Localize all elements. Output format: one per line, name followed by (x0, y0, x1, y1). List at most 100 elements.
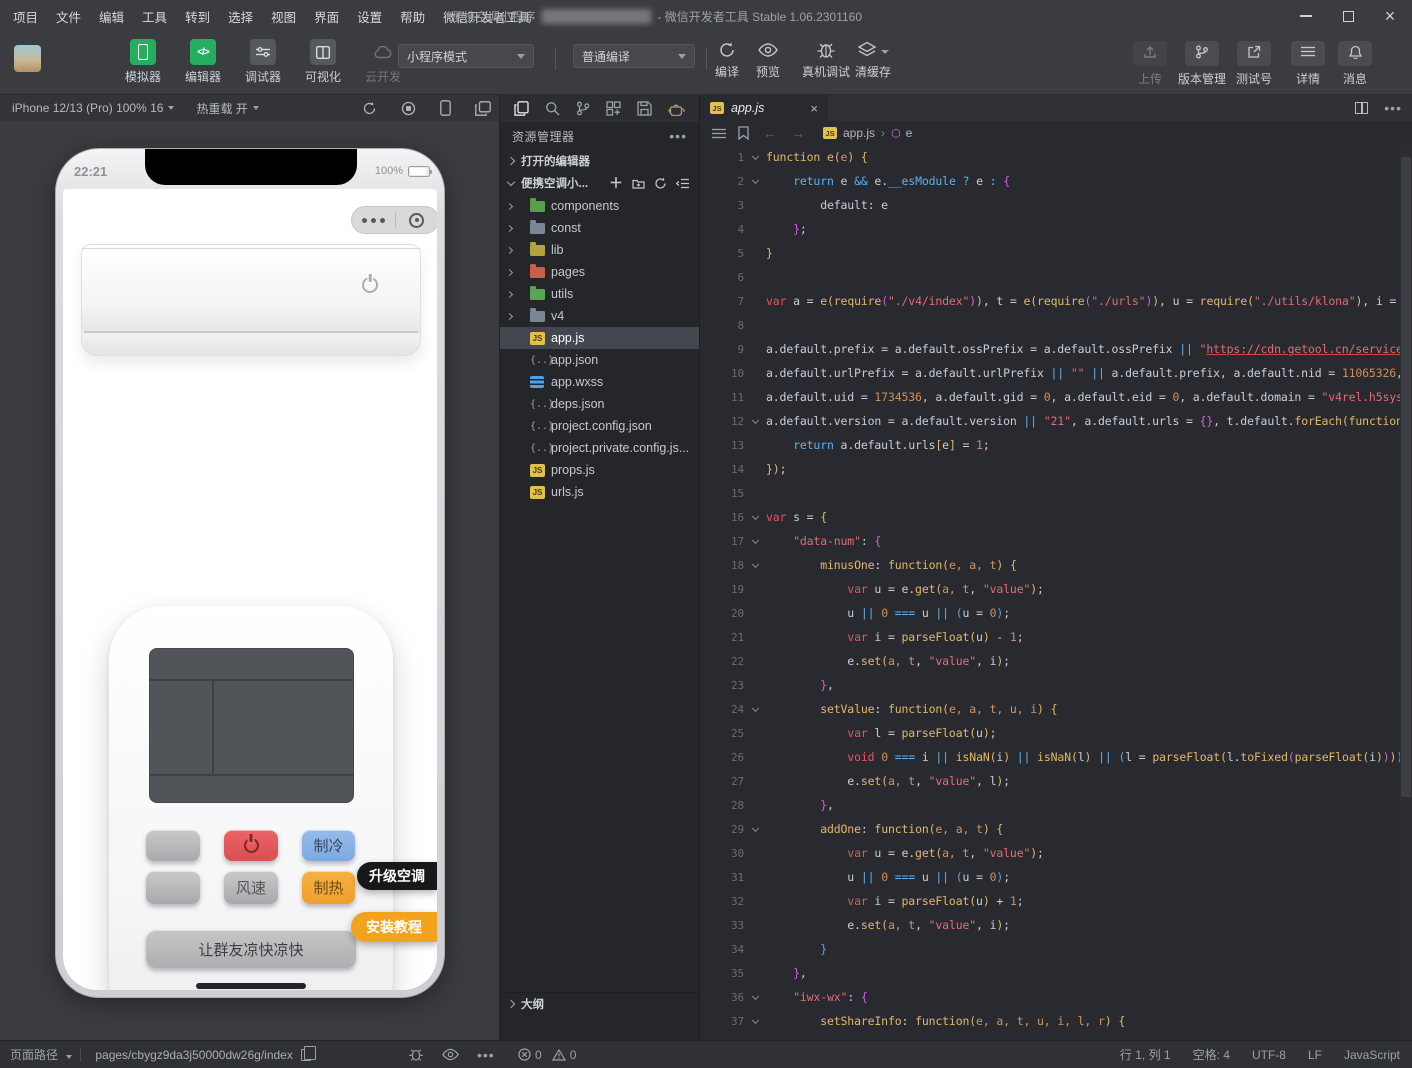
status-more-icon[interactable]: ••• (477, 1047, 495, 1063)
copy-path-icon[interactable] (301, 1049, 311, 1061)
page-path-dropdown[interactable]: 页面路径 (10, 1046, 72, 1063)
menu-item[interactable]: 项目 (4, 7, 47, 26)
visual-toggle-button[interactable]: 可视化 (300, 39, 346, 85)
editor-toggle-button[interactable]: </> 编辑器 (180, 39, 226, 85)
details-button[interactable]: 详情 (1291, 41, 1325, 87)
open-editors-section[interactable]: 打开的编辑器 (500, 150, 699, 172)
fold-chevron-icon[interactable] (744, 708, 766, 711)
fold-chevron-icon[interactable] (744, 996, 766, 999)
cool-mode-button[interactable]: 制冷 (302, 830, 355, 861)
record-icon[interactable] (401, 101, 416, 116)
heat-mode-button[interactable]: 制热 (302, 871, 355, 904)
code-editor[interactable]: 1function e(e) {2 return e && e.__esModu… (700, 145, 1400, 1040)
editor-more-actions-icon[interactable]: ••• (1384, 100, 1402, 116)
collapse-all-icon[interactable] (676, 178, 689, 189)
more-actions-icon[interactable]: ••• (669, 128, 687, 144)
outline-list-icon[interactable] (712, 128, 726, 139)
maximize-button[interactable] (1334, 4, 1362, 28)
save-icon[interactable] (637, 101, 652, 116)
phone-icon[interactable] (440, 100, 451, 116)
hot-reload-toggle[interactable]: 热重载 开 (196, 100, 258, 117)
tree-item-urls.js[interactable]: JSurls.js (500, 481, 699, 503)
watch-icon[interactable] (442, 1048, 459, 1061)
refresh-icon[interactable] (362, 101, 377, 116)
tree-item-app.json[interactable]: {..}app.json (500, 349, 699, 371)
menu-item[interactable]: 工具 (133, 7, 176, 26)
message-button[interactable]: 消息 (1338, 41, 1372, 87)
scrollbar-thumb[interactable] (1401, 157, 1411, 797)
status-item[interactable]: 行 1, 列 1 (1120, 1046, 1171, 1063)
preview-button[interactable]: 预览 (756, 41, 780, 80)
close-tab-icon[interactable]: × (810, 101, 818, 116)
broadcast-button[interactable]: 让群友凉快凉快 (146, 930, 356, 968)
nav-forward-icon[interactable]: → (791, 125, 805, 141)
split-editor-icon[interactable] (1355, 102, 1368, 114)
nav-back-icon[interactable]: ← (763, 125, 777, 141)
problems-indicator[interactable]: 0 0 (518, 1048, 576, 1062)
tree-item-project.private.config.js...[interactable]: {..}project.private.config.js... (500, 437, 699, 459)
device-select[interactable]: iPhone 12/13 (Pro) 100% 16 (12, 101, 174, 115)
mode-select[interactable]: 小程序模式 (398, 44, 534, 68)
editor-scrollbar[interactable] (1400, 145, 1412, 1040)
simulator-toggle-button[interactable]: 模拟器 (120, 39, 166, 85)
avatar[interactable] (14, 45, 41, 72)
clear-cache-button[interactable]: 清缓存 (855, 41, 891, 80)
tree-item-const[interactable]: const (500, 217, 699, 239)
tree-item-app.js[interactable]: JSapp.js (500, 327, 699, 349)
tree-item-v4[interactable]: v4 (500, 305, 699, 327)
status-item[interactable]: JavaScript (1344, 1048, 1400, 1062)
tree-item-lib[interactable]: lib (500, 239, 699, 261)
outline-section[interactable]: 大纲 (500, 992, 699, 1014)
menu-item[interactable]: 文件 (47, 7, 90, 26)
fold-chevron-icon[interactable] (744, 564, 766, 567)
tree-item-deps.json[interactable]: {..}deps.json (500, 393, 699, 415)
upgrade-ac-pill[interactable]: 升级空调 (357, 862, 437, 890)
new-folder-icon[interactable] (632, 178, 645, 189)
fold-chevron-icon[interactable] (744, 420, 766, 423)
tree-item-pages[interactable]: pages (500, 261, 699, 283)
more-menu-button[interactable] (352, 218, 395, 223)
breadcrumb-file[interactable]: app.js (843, 126, 875, 140)
fold-chevron-icon[interactable] (744, 1020, 766, 1023)
extensions-icon[interactable] (606, 101, 621, 116)
fan-speed-button[interactable]: 风速 (224, 871, 278, 904)
search-icon[interactable] (545, 101, 560, 116)
multi-window-icon[interactable] (475, 101, 491, 116)
tree-item-props.js[interactable]: JSprops.js (500, 459, 699, 481)
remote-blank-button-1[interactable] (146, 830, 200, 861)
tree-item-components[interactable]: components (500, 195, 699, 217)
refresh-icon[interactable] (654, 177, 667, 190)
tree-item-project.config.json[interactable]: {..}project.config.json (500, 415, 699, 437)
menu-item[interactable]: 视图 (262, 7, 305, 26)
status-item[interactable]: LF (1308, 1048, 1322, 1062)
project-section[interactable]: 便携空调小... ＋ (500, 172, 699, 194)
menu-item[interactable]: 编辑 (90, 7, 133, 26)
menu-item[interactable]: 帮助 (391, 7, 434, 26)
exit-button[interactable] (396, 213, 438, 228)
teapot-icon[interactable] (668, 102, 685, 116)
menu-item[interactable]: 设置 (348, 7, 391, 26)
remote-power-button[interactable] (224, 830, 278, 861)
menu-item[interactable]: 界面 (305, 7, 348, 26)
status-item[interactable]: UTF-8 (1252, 1048, 1286, 1062)
compile-mode-select[interactable]: 普通编译 (573, 44, 695, 68)
version-control-button[interactable]: 版本管理 (1178, 41, 1226, 87)
compile-button[interactable]: 编译 (715, 41, 739, 80)
tree-item-app.wxss[interactable]: app.wxss (500, 371, 699, 393)
fold-chevron-icon[interactable] (744, 516, 766, 519)
fold-chevron-icon[interactable] (744, 156, 766, 159)
fold-chevron-icon[interactable] (744, 540, 766, 543)
breadcrumb-symbol[interactable]: e (906, 126, 913, 140)
bookmark-icon[interactable] (738, 126, 749, 140)
test-account-button[interactable]: 测试号 (1236, 41, 1272, 87)
upload-button[interactable]: 上传 (1133, 41, 1167, 87)
tab-appjs[interactable]: JS app.js × (700, 95, 828, 121)
fold-chevron-icon[interactable] (744, 180, 766, 183)
new-file-icon[interactable]: ＋ (609, 178, 623, 188)
install-tutorial-pill[interactable]: 安装教程 (351, 912, 437, 942)
close-button[interactable]: × (1376, 4, 1404, 28)
device-debug-button[interactable]: 真机调试 (802, 41, 850, 80)
fold-chevron-icon[interactable] (744, 828, 766, 831)
files-icon[interactable] (514, 101, 529, 116)
debugger-toggle-button[interactable]: 调试器 (240, 39, 286, 85)
